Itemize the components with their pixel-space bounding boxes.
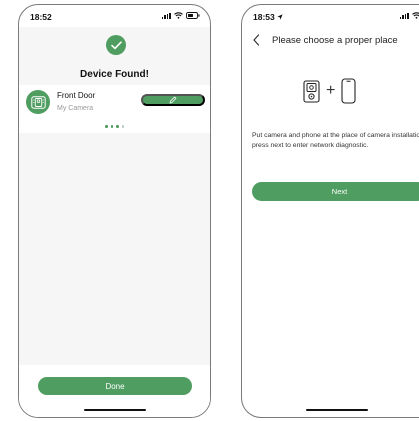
header-title: Please choose a proper place: [272, 35, 398, 46]
done-button[interactable]: Done: [38, 377, 192, 395]
status-icons: [399, 12, 419, 19]
home-indicator: [305, 408, 368, 411]
camera-device-icon: [30, 95, 46, 109]
status-bar: 18:53: [242, 5, 419, 27]
phone-screen-device-found: 18:52 Device Found! Front Door My Camera…: [18, 4, 211, 418]
page-dot: [116, 125, 119, 128]
pencil-icon: [169, 96, 177, 104]
hero-plus-sign: +: [326, 82, 336, 99]
check-icon: [110, 40, 122, 49]
device-name: Front Door: [57, 91, 96, 100]
status-icons: [161, 12, 200, 19]
instruction-text: Put camera and phone at the place of cam…: [252, 132, 419, 149]
device-subtitle: My Camera: [57, 105, 94, 112]
phone-icon: [341, 78, 356, 104]
back-chevron-icon[interactable]: [251, 33, 263, 47]
page-dot: [110, 125, 113, 128]
edit-device-button[interactable]: [141, 94, 205, 106]
doorbell-camera-icon: [303, 79, 320, 103]
page-indicator: [19, 125, 210, 128]
wifi-icon: [174, 12, 183, 19]
signal-icon: [161, 12, 171, 19]
device-found-title: Device Found!: [80, 69, 149, 80]
status-time: 18:52: [30, 12, 52, 22]
home-indicator: [83, 408, 146, 411]
device-card: Front Door My Camera: [19, 85, 210, 133]
page-dot: [105, 125, 108, 128]
bottom-action-panel: Done: [19, 365, 210, 417]
battery-icon: [186, 12, 200, 19]
wifi-icon: [412, 12, 419, 19]
location-arrow-icon: [277, 14, 283, 20]
signal-icon: [399, 12, 409, 19]
device-avatar: [26, 90, 50, 114]
placement-illustration: +: [303, 78, 356, 104]
phone-screen-choose-place: 18:53 Please choose a proper place + Put…: [241, 4, 419, 418]
status-time: 18:53: [253, 12, 283, 22]
page-dot: [121, 125, 124, 128]
status-time-text: 18:53: [253, 12, 275, 22]
next-button[interactable]: Next: [252, 182, 419, 201]
status-bar: 18:52: [19, 5, 210, 27]
success-check-badge: [106, 35, 126, 55]
